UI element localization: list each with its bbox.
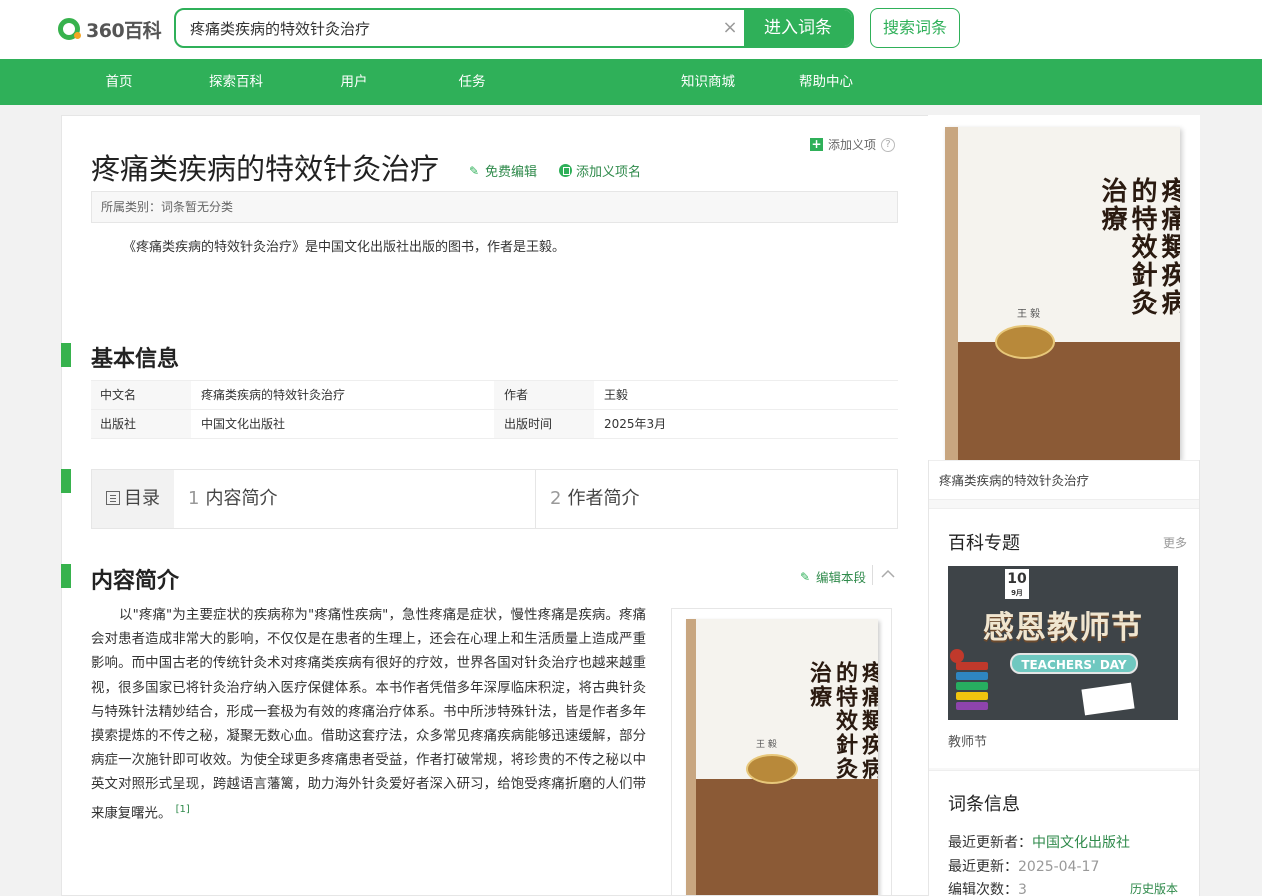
basic-info-heading: 基本信息: [91, 347, 180, 372]
category-bar: 所属类别：词条暂无分类: [91, 191, 898, 223]
logo-mark-icon: [58, 18, 81, 40]
book-cover-image[interactable]: 疼痛類疾病的特效針灸治療 王 毅: [671, 608, 892, 896]
help-icon[interactable]: ?: [881, 137, 896, 152]
toc-heading: 目录: [92, 470, 174, 528]
chevron-up-icon[interactable]: [880, 566, 896, 582]
add-sense-label: 添加义项: [828, 138, 877, 152]
clear-icon[interactable]: ×: [720, 18, 740, 38]
table-row: 出版社 中国文化出版社 出版时间 2025年3月: [91, 410, 898, 439]
sidebar-book-image[interactable]: 疼痛類疾病的特效針灸治療 王 毅: [928, 115, 1200, 460]
info-value: 2025年3月: [604, 417, 667, 431]
info-label: 中文名: [100, 388, 137, 402]
search-input[interactable]: [176, 10, 736, 46]
plus-icon: +: [810, 137, 823, 151]
reference-link[interactable]: [1]: [176, 804, 190, 815]
nav-home[interactable]: 首页: [74, 59, 164, 105]
site-logo[interactable]: 360百科: [58, 15, 162, 43]
banner-caption[interactable]: 教师节: [948, 731, 987, 750]
edit-section-link[interactable]: ✎ 编辑本段: [800, 567, 866, 586]
info-value: 疼痛类疾病的特效针灸治疗: [201, 388, 346, 402]
cover-title: 疼痛類疾病的特效針灸治療: [806, 661, 878, 781]
nav-tasks[interactable]: 任务: [427, 59, 517, 105]
calendar-icon: 10 9月: [1005, 569, 1029, 599]
topics-heading: 百科专题: [948, 533, 1020, 554]
content-paragraph: 以"疼痛"为主要症状的疾病称为"疼痛性疾病"，急性疼痛是症状，慢性疼痛是疾病。疼…: [91, 608, 646, 822]
nav-users[interactable]: 用户: [309, 59, 399, 105]
free-edit-label: 免费编辑: [485, 165, 538, 180]
table-row: 中文名 疼痛类疾病的特效针灸治疗 作者 王毅: [91, 381, 898, 410]
top-header: 360百科 × 进入词条 搜索词条: [0, 0, 1262, 59]
last-editor-row: 最近更新者：中国文化出版社: [948, 835, 1130, 851]
entry-info-heading: 词条信息: [948, 794, 1020, 815]
section-marker: [61, 564, 71, 588]
page-title: 疼痛类疾病的特效针灸治疗: [91, 152, 440, 186]
nav-help[interactable]: 帮助中心: [781, 59, 871, 105]
add-name-icon: [559, 164, 572, 177]
add-sense-link[interactable]: + 添加义项 ?: [810, 136, 896, 153]
last-editor-link[interactable]: 中国文化出版社: [1032, 835, 1130, 851]
books-icon: [956, 662, 988, 720]
toc-divider: [535, 470, 536, 528]
table-of-contents: 目录 1 内容简介 2 作者简介: [91, 469, 898, 529]
free-edit-link[interactable]: ✎ 免费编辑: [469, 161, 538, 181]
logo-text: 360百科: [86, 19, 162, 42]
cover-badge: [746, 754, 798, 784]
nav-explore[interactable]: 探索百科: [191, 59, 281, 105]
info-value: 王毅: [604, 388, 629, 402]
list-icon: [106, 491, 120, 505]
more-link[interactable]: 更多: [1163, 534, 1187, 551]
toc-item-intro[interactable]: 1 内容简介: [188, 470, 277, 528]
pencil-icon: ✎: [469, 163, 480, 178]
info-value: 中国文化出版社: [201, 417, 286, 431]
add-sense-name-label: 添加义项名: [576, 165, 642, 180]
content-heading: 内容简介: [91, 569, 180, 594]
nav-store[interactable]: 知识商城: [663, 59, 753, 105]
search-entry-button[interactable]: 搜索词条: [870, 8, 960, 48]
edit-count-row: 编辑次数：3: [948, 882, 1027, 896]
banner-subtitle: TEACHERS' DAY: [1010, 653, 1138, 674]
basic-info-table: 中文名 疼痛类疾病的特效针灸治疗 作者 王毅 出版社 中国文化出版社 出版时间 …: [91, 380, 898, 439]
info-label: 作者: [504, 388, 529, 402]
pencil-icon: ✎: [800, 569, 811, 584]
banner-title: 感恩教师节: [983, 610, 1143, 646]
divider: [872, 565, 873, 585]
entry-summary: 《疼痛类疾病的特效针灸治疗》是中国文化出版社出版的图书，作者是王毅。: [123, 240, 566, 255]
last-update-row: 最近更新：2025-04-17: [948, 859, 1100, 875]
cover-title: 疼痛類疾病的特效針灸治療: [1097, 177, 1180, 317]
toc-item-author[interactable]: 2 作者简介: [550, 470, 639, 528]
main-nav: 首页 探索百科 用户 任务 知识商城 帮助中心: [0, 59, 1262, 105]
info-label: 出版社: [100, 417, 137, 431]
search-box: × 进入词条: [174, 8, 854, 48]
image-caption: 疼痛类疾病的特效针灸治疗: [929, 460, 1199, 500]
enter-entry-button[interactable]: 进入词条: [744, 10, 852, 46]
info-label: 出版时间: [504, 417, 553, 431]
apple-icon: [950, 649, 964, 663]
paper-icon: [1081, 682, 1135, 716]
section-marker: [61, 343, 71, 367]
topic-banner[interactable]: 10 9月 感恩教师节 TEACHERS' DAY: [948, 566, 1178, 720]
section-marker: [61, 469, 71, 493]
history-versions-link[interactable]: 历史版本: [1130, 880, 1178, 896]
cover-badge: [995, 325, 1055, 359]
add-sense-name-link[interactable]: 添加义项名: [559, 161, 641, 180]
